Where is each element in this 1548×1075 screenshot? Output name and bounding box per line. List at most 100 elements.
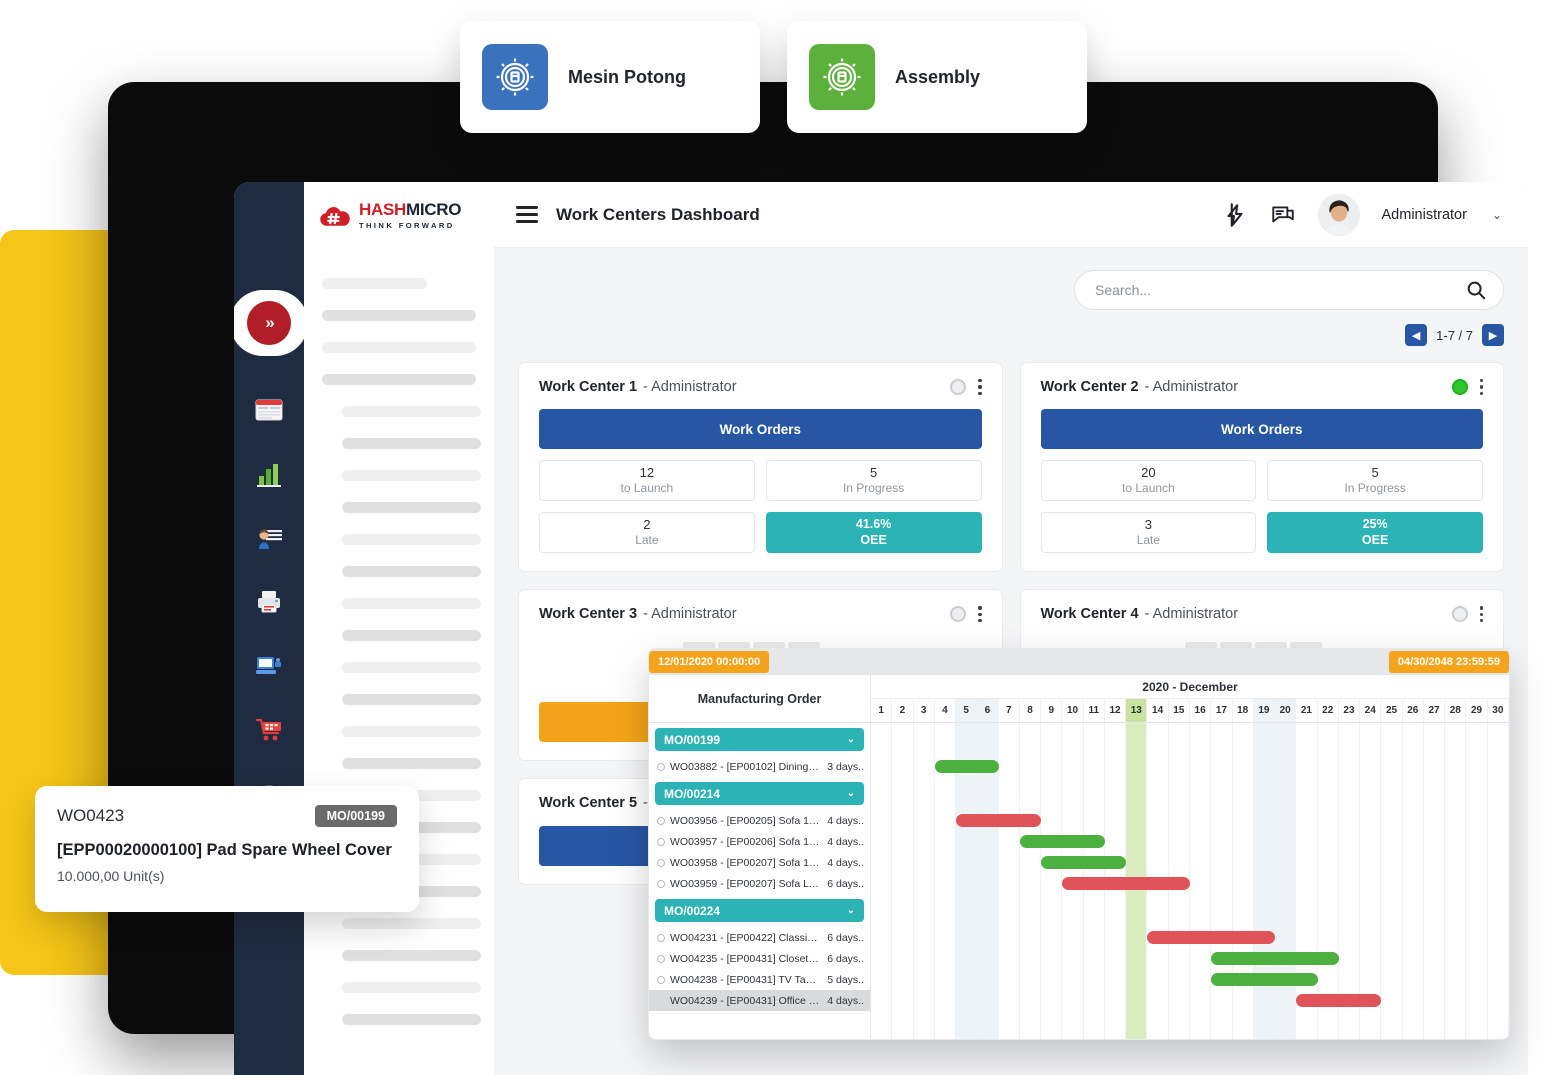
stat-oee[interactable]: 41.6% OEE	[765, 512, 982, 554]
gantt-bar[interactable]	[1296, 994, 1382, 1007]
stat-to-launch[interactable]: 12 to Launch	[539, 460, 755, 502]
gantt-day-cell[interactable]: 12	[1105, 699, 1127, 722]
gantt-day-cell[interactable]: 2	[892, 699, 914, 722]
user-name[interactable]: Administrator	[1382, 207, 1467, 223]
gantt-day-cell[interactable]: 30	[1488, 699, 1509, 722]
sidebar-item-employee-list[interactable]	[234, 506, 304, 570]
gantt-bar[interactable]	[1041, 856, 1127, 869]
gantt-task-row[interactable]: WO03957 - [EP00206] Sofa 1 seat wh.. 4 da…	[649, 831, 870, 852]
sidebar-item-shopping-cart[interactable]	[234, 698, 304, 762]
card-menu-button[interactable]	[1479, 379, 1483, 396]
gantt-task-row[interactable]: WO04238 - [EP00431] TV Table 60A 5 days..	[649, 969, 870, 990]
gantt-bar[interactable]	[1147, 931, 1276, 944]
gantt-day-cell[interactable]: 6	[977, 699, 999, 722]
sidebar-item-printer[interactable]	[234, 570, 304, 634]
stat-to-launch[interactable]: 20 to Launch	[1040, 460, 1257, 502]
radio-icon[interactable]	[657, 933, 665, 942]
gantt-day-cell[interactable]: 16	[1190, 699, 1212, 722]
chevron-down-icon[interactable]: ⌄	[1492, 208, 1502, 222]
gantt-day-cell[interactable]: 29	[1466, 699, 1488, 722]
radio-icon[interactable]	[657, 858, 665, 867]
gantt-day-cell[interactable]: 24	[1360, 699, 1382, 722]
gantt-day-cell[interactable]: 22	[1318, 699, 1339, 722]
radio-icon[interactable]	[657, 816, 665, 825]
gantt-bar[interactable]	[1211, 973, 1318, 986]
work-center-card[interactable]: Work Center 1 - Administrator Work Order…	[518, 362, 1003, 573]
gantt-day-cell[interactable]: 11	[1084, 699, 1105, 722]
gantt-bar[interactable]	[1211, 952, 1339, 965]
gantt-day-cell[interactable]: 7	[999, 699, 1020, 722]
gantt-day-cell[interactable]: 17	[1211, 699, 1233, 722]
chevron-down-icon[interactable]: ⌄	[847, 788, 855, 799]
gantt-bar[interactable]	[1019, 835, 1105, 848]
gantt-day-cell[interactable]: 26	[1403, 699, 1424, 722]
gantt-task-row[interactable]: WO04239 - [EP00431] Office Desk B.. 4 day…	[649, 990, 870, 1011]
gantt-day-cell[interactable]: 14	[1147, 699, 1169, 722]
gantt-task-row[interactable]: WO04235 - [EP00431] Closet Drawe.. 6 days…	[649, 948, 870, 969]
search-icon[interactable]	[1465, 279, 1487, 301]
stat-late[interactable]: 3 Late	[1040, 512, 1257, 554]
pagination-next-button[interactable]: ▶	[1482, 324, 1504, 346]
gantt-bar[interactable]	[956, 814, 1042, 827]
sidebar-item-browser-window[interactable]	[234, 378, 304, 442]
gantt-day-cell[interactable]: 23	[1339, 699, 1361, 722]
gantt-day-cell[interactable]: 13	[1126, 699, 1148, 722]
gantt-task-row[interactable]: WO03882 - [EP00102] Dining Table.. 3 days…	[649, 756, 870, 777]
status-badge[interactable]	[1451, 606, 1468, 623]
gantt-group-row[interactable]: MO/00224 ⌄	[655, 899, 864, 922]
gantt-day-cell[interactable]: 9	[1041, 699, 1063, 722]
work-orders-button[interactable]: Work Orders	[1040, 409, 1483, 450]
work-orders-button[interactable]: Work Orders	[539, 409, 982, 450]
radio-icon[interactable]	[657, 837, 665, 846]
search-input[interactable]	[1095, 282, 1465, 298]
avatar[interactable]	[1317, 193, 1360, 236]
gantt-task-row[interactable]: WO03958 - [EP00207] Sofa 1 seat br.. 4 da…	[649, 852, 870, 873]
hamburger-icon[interactable]	[516, 202, 538, 227]
gantt-bar[interactable]	[934, 760, 999, 773]
sidebar-item-computer-pos[interactable]	[234, 634, 304, 698]
sidebar-item-bar-chart[interactable]	[234, 442, 304, 506]
pagination-prev-button[interactable]: ◀	[1405, 324, 1428, 346]
gantt-day-cell[interactable]: 3	[914, 699, 935, 722]
gantt-day-cell[interactable]: 28	[1445, 699, 1467, 722]
chevron-down-icon[interactable]: ⌄	[847, 905, 855, 916]
gantt-day-cell[interactable]: 5	[956, 699, 978, 722]
card-menu-button[interactable]	[978, 379, 982, 396]
work-order-detail-card[interactable]: WO0423 MO/00199 [EPP00020000100] Pad Spa…	[35, 786, 419, 912]
radio-icon[interactable]	[657, 879, 665, 888]
gantt-day-cell[interactable]: 19	[1253, 699, 1276, 722]
radio-icon[interactable]	[657, 975, 665, 984]
stat-in-progress[interactable]: 5 In Progress	[765, 460, 982, 502]
gantt-chart-panel[interactable]: 12/01/2020 00:00:00 04/30/2048 23:59:59 …	[648, 648, 1510, 1040]
lightning-icon[interactable]	[1222, 202, 1248, 228]
gantt-group-row[interactable]: MO/00199 ⌄	[655, 728, 864, 751]
gantt-day-cell[interactable]: 4	[935, 699, 957, 722]
stat-in-progress[interactable]: 5 In Progress	[1267, 460, 1483, 502]
status-badge[interactable]	[950, 379, 967, 396]
gantt-day-cell[interactable]: 20	[1275, 699, 1297, 722]
gantt-task-row[interactable]: WO03956 - [EP00205] Sofa 1 seat bl.. 4 da…	[649, 810, 870, 831]
work-center-card[interactable]: Work Center 2 - Administrator Work Order…	[1019, 362, 1504, 573]
gantt-day-cell[interactable]: 18	[1233, 699, 1254, 722]
gantt-start-date[interactable]: 12/01/2020 00:00:00	[649, 651, 770, 673]
card-menu-button[interactable]	[978, 606, 982, 623]
gantt-bar[interactable]	[1062, 877, 1190, 890]
stat-late[interactable]: 2 Late	[539, 512, 755, 554]
floating-card-mesin-potong[interactable]: Mesin Potong	[460, 21, 760, 133]
gantt-group-row[interactable]: MO/00214 ⌄	[655, 782, 864, 805]
gantt-day-cell[interactable]: 10	[1062, 699, 1084, 722]
radio-icon[interactable]	[657, 762, 665, 771]
sidebar-collapse-button[interactable]: »	[247, 301, 291, 345]
brand-logo[interactable]: HASHMICRO THINK FORWARD	[304, 182, 494, 248]
chat-icon[interactable]	[1270, 202, 1296, 228]
card-menu-button[interactable]	[1479, 606, 1483, 623]
gantt-day-cell[interactable]: 8	[1020, 699, 1042, 722]
gantt-day-cell[interactable]: 15	[1169, 699, 1190, 722]
radio-icon[interactable]	[657, 954, 665, 963]
search-box[interactable]	[1074, 270, 1504, 310]
floating-card-assembly[interactable]: Assembly	[787, 21, 1087, 133]
stat-oee[interactable]: 25% OEE	[1267, 512, 1483, 554]
gantt-day-cell[interactable]: 1	[871, 699, 893, 722]
status-badge[interactable]	[1451, 379, 1468, 396]
gantt-task-row[interactable]: WO04231 - [EP00422] Classic Draw.. 6 days…	[649, 927, 870, 948]
